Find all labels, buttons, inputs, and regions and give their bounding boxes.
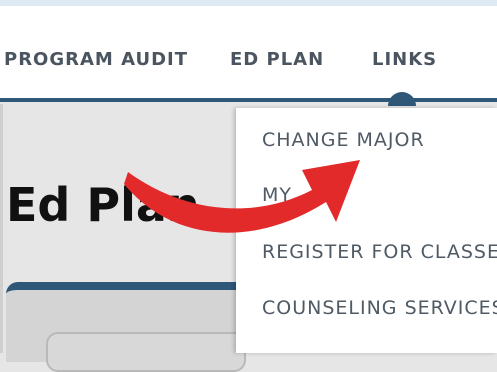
plan-card-field[interactable] (46, 332, 246, 372)
content-edge (0, 104, 3, 353)
page-title: Ed Plan (6, 178, 200, 232)
links-dropdown-menu: CHANGE MAJOR MY REGISTER FOR CLASSES COU… (236, 108, 497, 353)
menu-item-my[interactable]: MY (262, 183, 292, 207)
menu-item-register-for-classes[interactable]: REGISTER FOR CLASSES (262, 240, 497, 264)
main-nav: PROGRAM AUDIT ED PLAN LINKS (0, 6, 497, 102)
tab-links[interactable]: LINKS (372, 50, 437, 70)
menu-item-change-major[interactable]: CHANGE MAJOR (262, 128, 425, 152)
tab-program-audit[interactable]: PROGRAM AUDIT (4, 50, 188, 70)
tab-ed-plan[interactable]: ED PLAN (230, 50, 324, 70)
menu-item-counseling-services[interactable]: COUNSELING SERVICES (262, 296, 497, 320)
